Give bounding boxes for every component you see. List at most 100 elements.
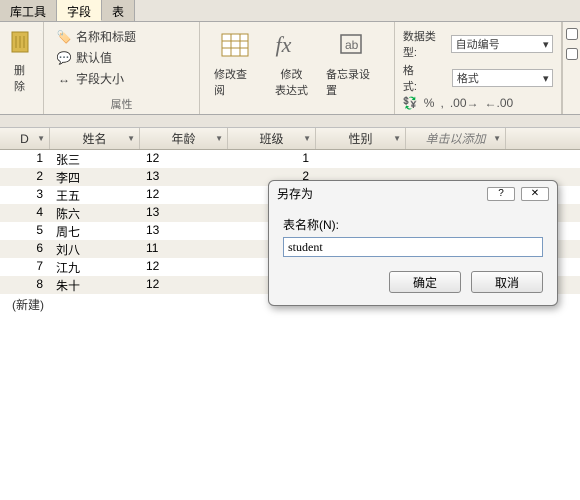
data-type-combo[interactable]: 自动编号 ▾ [451, 35, 554, 53]
cell-name[interactable]: 陈六 [50, 204, 140, 222]
cell-id[interactable]: 2 [0, 168, 50, 186]
comma-icon[interactable]: , [440, 96, 443, 110]
memo-settings-label: 备忘录设置 [326, 66, 380, 98]
field-size-label: 字段大小 [76, 70, 124, 87]
cell-age[interactable]: 13 [140, 204, 228, 222]
header-age-label: 年龄 [171, 130, 195, 147]
cell-name[interactable]: 朱十 [50, 276, 140, 294]
cancel-button[interactable]: 取消 [471, 271, 543, 293]
cell-id[interactable]: 3 [0, 186, 50, 204]
cell-class[interactable]: 1 [228, 150, 316, 168]
ribbon-group-tools: 修改查阅 fx 修改 表达式 ab 备忘录设置 [200, 22, 395, 114]
cell-age[interactable]: 12 [140, 258, 228, 276]
increase-decimal-icon[interactable]: .00→ [450, 96, 479, 110]
name-title-button[interactable]: 🏷️名称和标题 [52, 26, 191, 47]
modify-expr-button[interactable]: fx 修改 表达式 [269, 30, 314, 100]
ribbon: 删除 🏷️名称和标题 💬默认值 ↔字段大小 属性 修改查阅 fx 修改 表达式 … [0, 22, 580, 115]
chevron-down-icon[interactable]: ▼ [37, 134, 45, 143]
header-id[interactable]: D▼ [0, 128, 50, 149]
chevron-down-icon: ▾ [543, 72, 549, 85]
percent-icon[interactable]: % [424, 96, 435, 110]
header-sex-label: 性别 [348, 130, 372, 147]
cell-id[interactable]: 6 [0, 240, 50, 258]
modify-query-label: 修改查阅 [214, 66, 257, 98]
chevron-down-icon[interactable]: ▼ [393, 134, 401, 143]
cell-name[interactable]: 王五 [50, 186, 140, 204]
cell-id[interactable]: 8 [0, 276, 50, 294]
currency-icon[interactable]: 💱 [403, 96, 418, 110]
size-icon: ↔ [56, 71, 72, 87]
ribbon-tabs: 库工具 字段 表 [0, 0, 580, 22]
memo-icon: ab [337, 32, 369, 64]
cell-id[interactable]: 4 [0, 204, 50, 222]
table-row[interactable]: 1张三121 [0, 150, 580, 168]
cell-id[interactable]: 5 [0, 222, 50, 240]
tab-fields[interactable]: 字段 [57, 0, 102, 21]
cell-age[interactable]: 13 [140, 168, 228, 186]
decrease-decimal-icon[interactable]: ←.00 [485, 96, 514, 110]
save-as-dialog: 另存为 ? ✕ 表名称(N): 确定 取消 [268, 180, 558, 306]
fx-icon: fx [276, 32, 308, 64]
cell-name[interactable]: 李四 [50, 168, 140, 186]
modify-query-button[interactable]: 修改查阅 [208, 30, 263, 100]
ribbon-group-format: 数据类型: 自动编号▾ 格式: 格式▾ 💱 % , .00→ ←.00 格式 [395, 22, 563, 114]
header-age[interactable]: 年龄 ▼ [140, 128, 228, 149]
default-value-label: 默认值 [76, 49, 112, 66]
checkbox-2[interactable] [566, 48, 578, 60]
tab-db-tools[interactable]: 库工具 [0, 0, 57, 21]
format-value: 格式 [457, 70, 479, 86]
header-id-label: D [20, 132, 29, 146]
field-size-button[interactable]: ↔字段大小 [52, 68, 191, 89]
cell-age[interactable]: 12 [140, 150, 228, 168]
checkbox-1[interactable] [566, 28, 578, 40]
cell-age[interactable]: 12 [140, 276, 228, 294]
cell-name[interactable]: 张三 [50, 150, 140, 168]
header-sex[interactable]: 性别 ▼ [316, 128, 406, 149]
format-combo[interactable]: 格式 ▾ [452, 69, 554, 87]
column-headers: D▼ 姓名▼ 年龄▼ 班级▼ 性别▼ 单击以添加▼ [0, 128, 580, 150]
cell-sex[interactable] [316, 150, 406, 168]
name-title-label: 名称和标题 [76, 28, 136, 45]
cell-name[interactable]: 刘八 [50, 240, 140, 258]
dialog-title: 另存为 [277, 185, 313, 202]
tag-icon: 🏷️ [56, 29, 72, 45]
dialog-titlebar[interactable]: 另存为 ? ✕ [269, 181, 557, 206]
data-type-value: 自动编号 [456, 36, 500, 52]
default-value-button[interactable]: 💬默认值 [52, 47, 191, 68]
chevron-down-icon[interactable]: ▼ [215, 134, 223, 143]
ribbon-group-props: 🏷️名称和标题 💬默认值 ↔字段大小 属性 [44, 22, 200, 114]
header-add-label: 单击以添加 [425, 130, 485, 147]
cell-age[interactable]: 11 [140, 240, 228, 258]
cell-age[interactable]: 12 [140, 186, 228, 204]
format-icons: 💱 % , .00→ ←.00 [403, 96, 554, 110]
default-icon: 💬 [56, 50, 72, 66]
header-add[interactable]: 单击以添加 ▼ [406, 128, 506, 149]
group-props-title: 属性 [52, 94, 191, 112]
header-name[interactable]: 姓名 ▼ [50, 128, 140, 149]
table-name-input[interactable] [283, 237, 543, 257]
header-class[interactable]: 班级▼ [228, 128, 316, 149]
chevron-down-icon[interactable]: ▼ [303, 134, 311, 143]
cell-age[interactable]: 13 [140, 222, 228, 240]
ribbon-checkboxes [562, 22, 580, 114]
close-button[interactable]: ✕ [521, 187, 549, 201]
delete-button[interactable]: 删除 [8, 26, 35, 96]
cell-id[interactable]: 7 [0, 258, 50, 276]
delete-icon [6, 28, 38, 60]
datasheet-bar [0, 115, 580, 128]
svg-text:ab: ab [345, 38, 359, 52]
tab-table[interactable]: 表 [102, 0, 135, 21]
ribbon-group-delete: 删除 [0, 22, 44, 114]
chevron-down-icon: ▾ [543, 38, 549, 51]
cell-name[interactable]: 周七 [50, 222, 140, 240]
cell-add[interactable] [406, 150, 506, 168]
ok-button[interactable]: 确定 [389, 271, 461, 293]
memo-settings-button[interactable]: ab 备忘录设置 [320, 30, 386, 100]
cell-id[interactable]: 1 [0, 150, 50, 168]
table-icon [220, 32, 252, 64]
chevron-down-icon[interactable]: ▼ [493, 134, 501, 143]
help-button[interactable]: ? [487, 187, 515, 201]
cell-name[interactable]: 江九 [50, 258, 140, 276]
header-name-label: 姓名 [82, 130, 106, 147]
chevron-down-icon[interactable]: ▼ [127, 134, 135, 143]
